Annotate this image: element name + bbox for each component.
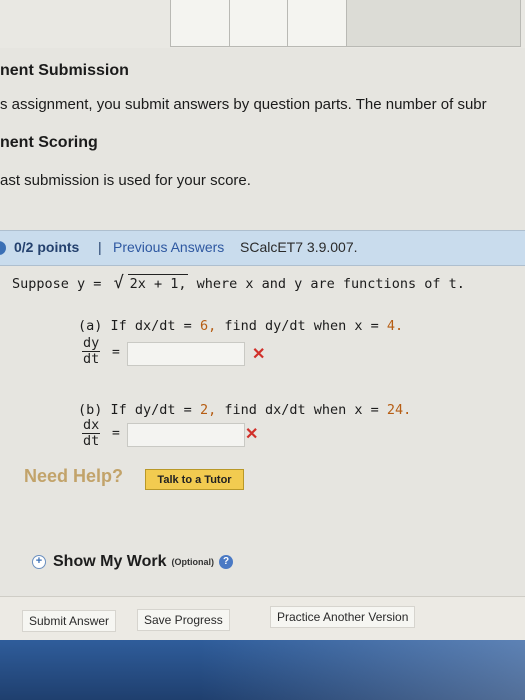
previous-answers-link[interactable]: Previous Answers (113, 239, 224, 255)
suppose-word: Suppose (12, 276, 69, 292)
part-a-find: find dy/dt when x = (224, 318, 379, 334)
part-a-equals: = (112, 345, 120, 360)
expand-plus-icon[interactable]: + (32, 555, 46, 569)
part-a-prompt: (a) If dx/dt = 6, find dy/dt when x = 4. (78, 318, 403, 334)
part-b-answer-input[interactable] (127, 423, 245, 447)
show-my-work-label[interactable]: Show My Work (53, 553, 167, 571)
show-my-work-toggle[interactable]: + Show My Work (Optional) ? (32, 553, 233, 571)
square-root-expression: √ 2x + 1, (113, 273, 189, 293)
question-bullet-icon (0, 241, 6, 255)
part-b-derivative: dx dt (82, 417, 101, 449)
part-b-prompt: (b) If dy/dt = 2, find dx/dt when x = 24… (78, 402, 411, 418)
heading-assignment-scoring: nent Scoring (0, 134, 98, 151)
part-a-answer-input[interactable] (127, 342, 245, 366)
talk-to-tutor-button[interactable]: Talk to a Tutor (145, 469, 244, 490)
part-a-incorrect-icon: ✕ (252, 346, 266, 363)
question-code: SCalcET7 3.9.007. (240, 239, 358, 255)
practice-another-version-button[interactable]: Practice Another Version (270, 606, 416, 628)
part-b-equals: = (112, 426, 120, 441)
problem-statement: Suppose y = √ 2x + 1, where x and y are … (12, 273, 465, 293)
save-progress-button[interactable]: Save Progress (137, 609, 230, 631)
part-b-x-value: 24. (386, 402, 412, 418)
need-help-label: Need Help? (24, 466, 124, 486)
y-equals: y = (77, 276, 102, 292)
bottom-glow (200, 640, 525, 700)
submit-answer-button[interactable]: Submit Answer (22, 610, 117, 632)
part-a-frac-top: dy (82, 335, 101, 352)
part-a-x-value: 4. (386, 318, 404, 334)
radical-icon: √ (113, 273, 124, 293)
scoring-description: ast submission is used for your score. (0, 172, 251, 189)
part-b-label: (b) If dy/dt = (78, 402, 192, 418)
help-icon[interactable]: ? (219, 555, 233, 569)
points-score: 0/2 points (14, 239, 80, 255)
submission-description: s assignment, you submit answers by ques… (0, 96, 487, 113)
part-b-frac-bottom: dt (83, 433, 100, 449)
footer-actions: Submit Answer Save Progress Practice Ano… (0, 596, 525, 641)
part-a-value: 6, (199, 318, 217, 334)
part-a-label: (a) If dx/dt = (78, 318, 192, 334)
radicand: 2x + 1, (127, 274, 189, 292)
part-b-value: 2, (199, 402, 217, 418)
header-separator: | (98, 239, 102, 255)
heading-assignment-submission: nent Submission (0, 62, 129, 79)
top-table-fragment (170, 0, 522, 47)
optional-label: (Optional) (171, 557, 215, 567)
question-header: 0/2 points | Previous Answers SCalcET7 3… (0, 230, 525, 266)
where-text: where x and y are functions of t. (196, 276, 465, 292)
part-a-derivative: dy dt (82, 335, 101, 367)
part-b-frac-top: dx (82, 417, 101, 434)
part-b-incorrect-icon: ✕ (245, 426, 259, 443)
part-b-find: find dx/dt when x = (224, 402, 379, 418)
part-a-frac-bottom: dt (83, 351, 100, 367)
